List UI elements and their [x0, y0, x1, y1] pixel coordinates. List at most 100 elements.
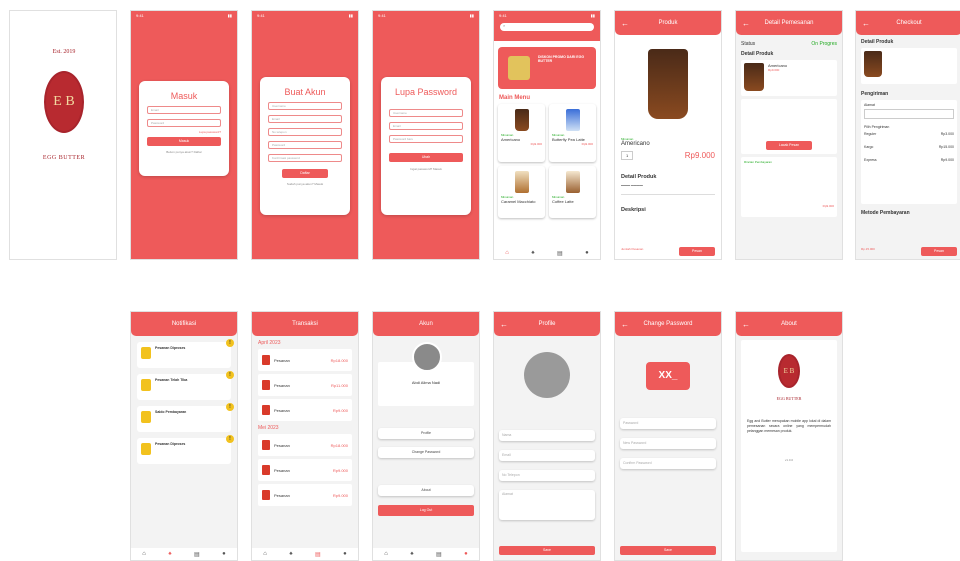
reset-button[interactable]: Ubah [389, 153, 463, 162]
option-express[interactable]: Express Rp9.000 [864, 158, 954, 162]
address-label: Alamat [864, 103, 875, 107]
search-input[interactable]: ⌕ [500, 23, 594, 31]
password-field[interactable]: Password [147, 119, 221, 127]
bag-icon [141, 347, 151, 359]
profile-avatar[interactable] [524, 352, 570, 398]
notif-item[interactable]: Pesanan Telah Tiba! [137, 371, 234, 400]
transaction-row[interactable]: Pesanan Rp9.000 [258, 459, 352, 481]
profile-button[interactable]: Profile [378, 428, 474, 439]
email-field[interactable]: Email [268, 115, 342, 123]
shipping-title: Pengiriman [861, 91, 889, 97]
notif-title: Pesanan Diproses [155, 442, 186, 446]
user-icon[interactable]: ● [464, 551, 468, 557]
login-link[interactable]: Sudah punya akun? Masuk [260, 182, 350, 186]
phone-field[interactable]: No Telepon [499, 470, 595, 481]
avatar [412, 342, 442, 372]
notif-item[interactable]: Pesanan Diproses! [137, 435, 234, 464]
product-header: ← Produk [615, 11, 721, 35]
notif-item[interactable]: Pesanan Diproses! [137, 339, 234, 368]
transaction-row[interactable]: Pesanan Rp9.000 [258, 484, 352, 506]
bell-icon[interactable]: ♠ [531, 250, 534, 256]
username-field[interactable]: Username [389, 109, 463, 117]
save-button[interactable]: Save [620, 546, 716, 555]
email-field[interactable]: Email [147, 106, 221, 114]
name-field[interactable]: Nama [499, 430, 595, 441]
user-icon[interactable]: ● [222, 551, 226, 557]
register-button[interactable]: Daftar [282, 169, 328, 178]
home-icon[interactable]: ⌂ [263, 551, 267, 557]
logout-button[interactable]: Log Out [378, 505, 474, 516]
notif-title: Pesanan Telah Tiba [155, 378, 188, 382]
product-screen: ← Produk Minuman Americano 1 Rp9.000 Deta… [614, 10, 722, 260]
shopping-bag-icon [262, 380, 270, 390]
back-arrow-icon[interactable]: ← [500, 320, 508, 329]
home-icon[interactable]: ⌂ [505, 250, 509, 256]
transaction-row[interactable]: Pesanan Rp9.000 [258, 399, 352, 421]
receipt-icon[interactable]: ▤ [557, 250, 563, 257]
month-label: April 2023 [258, 340, 281, 346]
menu-item[interactable]: Minuman Coffee Latte [549, 166, 596, 218]
login-link[interactable]: Ingat password? Masuk [381, 167, 471, 171]
back-arrow-icon[interactable]: ← [621, 320, 629, 329]
transaction-label: Pesanan [274, 492, 290, 498]
transaction-row[interactable]: Pesanan Rp11.000 [258, 374, 352, 396]
bottom-nav: ⌂ ♠ ▤ ● [252, 548, 358, 560]
forgot-link[interactable]: Lupa password? [147, 130, 221, 134]
save-button[interactable]: Save [499, 546, 595, 555]
back-arrow-icon[interactable]: ← [862, 19, 870, 28]
user-icon[interactable]: ● [343, 551, 347, 557]
bottom-nav: ⌂ ♠ ▤ ● [373, 548, 479, 560]
address-input[interactable] [864, 109, 954, 119]
option-kargo[interactable]: Kargo Rp15.000 [864, 145, 954, 149]
bell-icon[interactable]: ♠ [289, 551, 292, 557]
confirm-password-field[interactable]: Konfirmasi password [268, 154, 342, 162]
confirm-password-field[interactable]: Confirm Password [620, 458, 716, 469]
password-field[interactable]: Password [620, 418, 716, 429]
option-reguler[interactable]: Reguler Rp3.000 [864, 132, 954, 136]
profile-header: ← Profile [494, 312, 600, 336]
signup-link[interactable]: Belum punya akun? Daftar [139, 150, 229, 154]
menu-item[interactable]: Minuman Americano Rp9.000 [498, 104, 545, 162]
shopping-bag-icon [262, 490, 270, 500]
caramel-image [514, 171, 529, 193]
change-password-button[interactable]: Change Password [378, 447, 474, 458]
alert-icon: ! [226, 371, 234, 379]
home-icon[interactable]: ⌂ [142, 551, 146, 557]
about-card: E B EGG BUTTER Egg and Butter merupakan … [741, 340, 837, 552]
transaction-label: Pesanan [274, 442, 290, 448]
new-password-field[interactable]: Password baru [389, 135, 463, 143]
transaction-row[interactable]: Pesanan Rp18.000 [258, 349, 352, 371]
back-arrow-icon[interactable]: ← [742, 19, 750, 28]
about-button[interactable]: About [378, 485, 474, 496]
order-item-card: Americano Rp9.000 [741, 60, 837, 96]
qty-stepper[interactable]: 1 [621, 151, 634, 160]
user-icon[interactable]: ● [585, 250, 589, 256]
back-arrow-icon[interactable]: ← [621, 19, 629, 28]
promo-banner[interactable]: DISKON PROMO DARI EGG BUTTER [498, 47, 596, 89]
track-button[interactable]: Lacak Pesan [766, 141, 812, 150]
username-field[interactable]: Username [268, 102, 342, 110]
receipt-icon[interactable]: ▤ [194, 551, 200, 558]
menu-item[interactable]: Minuman Butterfly Pea Latte Rp9.000 [549, 104, 596, 162]
transaction-row[interactable]: Pesanan Rp18.000 [258, 434, 352, 456]
menu-item[interactable]: Minuman Caramel Macchiato [498, 166, 545, 218]
app-version: v1.0.0 [784, 458, 794, 462]
notif-list: Pesanan Diproses! Pesanan Telah Tiba! Sald… [131, 339, 237, 464]
bell-icon[interactable]: ♠ [410, 551, 413, 557]
address-field[interactable]: Alamat [499, 490, 595, 520]
email-field[interactable]: Email [499, 450, 595, 461]
phone-field[interactable]: No telepon [268, 128, 342, 136]
order-button[interactable]: Pesan [679, 247, 715, 256]
new-password-field[interactable]: New Password [620, 438, 716, 449]
notif-item[interactable]: Saldo Pembayaran! [137, 403, 234, 432]
checkout-button[interactable]: Pesan [921, 247, 957, 256]
home-icon[interactable]: ⌂ [384, 551, 388, 557]
receipt-icon[interactable]: ▤ [315, 551, 321, 558]
receipt-icon[interactable]: ▤ [436, 551, 442, 558]
back-arrow-icon[interactable]: ← [742, 320, 750, 329]
header-title: Akun [419, 321, 433, 327]
email-field[interactable]: Email [389, 122, 463, 130]
password-field[interactable]: Password [268, 141, 342, 149]
bell-icon[interactable]: ♠ [168, 551, 171, 557]
login-button[interactable]: Masuk [147, 137, 221, 146]
